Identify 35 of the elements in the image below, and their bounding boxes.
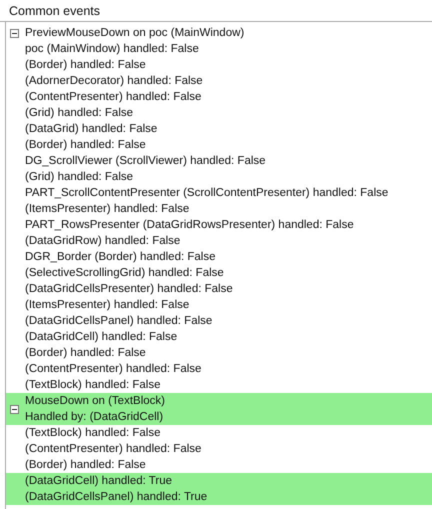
event-route-row-text: (Border) handled: False <box>24 58 147 73</box>
event-route-row-text: (DataGridCellsPanel) handled: False <box>24 314 214 329</box>
event-route-row-text: (ContentPresenter) handled: False <box>24 90 202 105</box>
event-route-row-text: (DataGridRow) handled: False <box>24 234 182 249</box>
event-title: MouseDown on (TextBlock) <box>25 394 165 409</box>
event-route-row-text: (Border) handled: False <box>24 458 147 473</box>
event-route-row: (DataGridCell) handled: True <box>6 473 432 489</box>
event-route-row-text: (Grid) handled: False <box>24 106 134 121</box>
event-route-row-text: (TextBlock) handled: False <box>24 426 162 441</box>
event-route-row-text: (ItemsPresenter) handled: False <box>24 202 190 217</box>
event-route-row-text: (Border) handled: False <box>24 346 147 361</box>
event-route-row-text: (SelectiveScrollingGrid) handled: False <box>24 266 225 281</box>
event-route-row-text: (DataGrid) handled: False <box>24 122 158 137</box>
event-route-row-text: poc (MainWindow) handled: False <box>24 42 200 57</box>
event-route-row-text: (ContentPresenter) handled: False <box>24 442 202 457</box>
event-route-row-text: (AdornerDecorator) handled: False <box>24 74 204 89</box>
panel-title: Common events <box>9 4 100 18</box>
event-route-row-text: DGR_Border (Border) handled: False <box>24 250 216 265</box>
event-route-row-text: PART_RowsPresenter (DataGridRowsPresenter) handled: False <box>24 218 355 233</box>
event-route-row-text: (Border) handled: False <box>24 138 147 153</box>
event-route-row-text: PART_ScrollContentPresenter (ScrollContentPresenter) handled: False <box>24 186 390 201</box>
event-route-row-text: (Grid) handled: False <box>24 170 134 185</box>
event-route-row-text: (ItemsPresenter) handled: False <box>24 298 190 313</box>
event-route-row-text: (TextBlock) handled: False <box>24 378 162 393</box>
event-route-row-text: (DataGridCell) handled: False <box>24 330 178 345</box>
collapse-icon[interactable] <box>10 28 19 38</box>
collapse-icon[interactable] <box>10 404 19 414</box>
event-group-header[interactable]: PreviewMouseDown on poc (MainWindow) <box>6 25 432 41</box>
event-route-row-text: (ContentPresenter) handled: False <box>24 362 202 377</box>
event-route-row-text: (DataGridCellsPresenter) handled: False <box>24 282 234 297</box>
handled-by-text: Handled by: (DataGridCell) <box>25 410 164 425</box>
event-group-header[interactable]: MouseDown on (TextBlock) Handled by: (DataGridCell) <box>6 393 432 425</box>
event-route-row: (DataGridCellsPanel) handled: True <box>6 489 432 505</box>
event-title: PreviewMouseDown on poc (MainWindow) <box>25 26 244 41</box>
event-route-row-text: DG_ScrollViewer (ScrollViewer) handled: False <box>24 154 267 169</box>
